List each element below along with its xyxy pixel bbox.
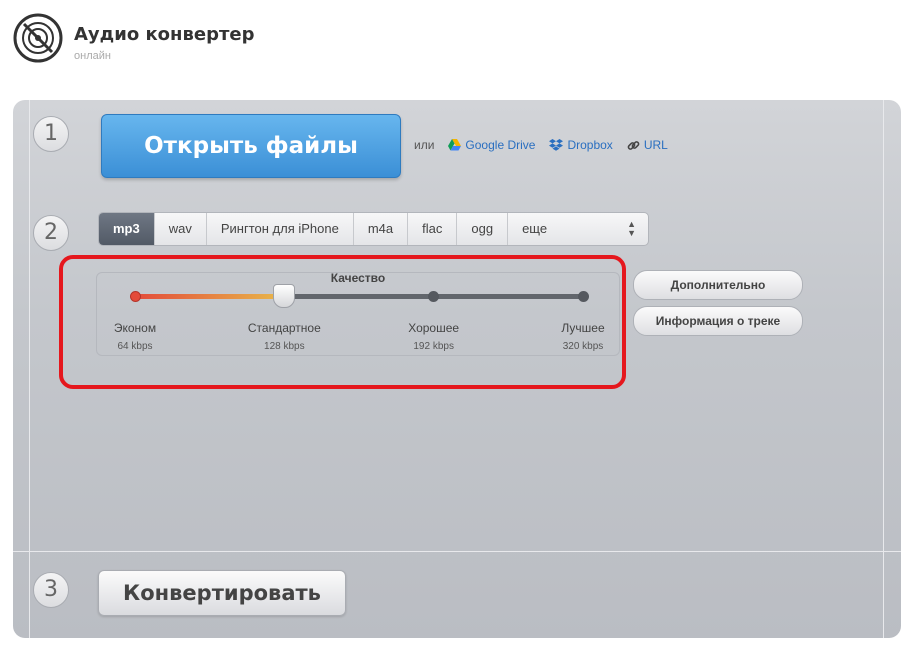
dropbox-icon — [549, 139, 564, 151]
step-number-2: 2 — [33, 215, 69, 251]
format-selector: mp3 wav Рингтон для iPhone m4a flac ogg … — [98, 212, 649, 246]
app-header: Аудио конвертер онлайн — [12, 12, 412, 68]
url-link[interactable]: URL — [627, 138, 668, 152]
link-icon — [627, 140, 640, 150]
more-formats-label: еще — [522, 221, 548, 236]
divider — [13, 551, 901, 552]
divider — [29, 100, 30, 638]
highlight-annotation — [59, 255, 626, 389]
divider — [883, 100, 884, 638]
advanced-settings-button[interactable]: Дополнительно — [633, 270, 803, 300]
updown-chevron-icon: ▲ ▼ — [627, 219, 636, 238]
format-tab-iphone-ringtone[interactable]: Рингтон для iPhone — [207, 213, 354, 245]
dropbox-link[interactable]: Dropbox — [549, 138, 613, 152]
google-drive-link[interactable]: Google Drive — [448, 138, 535, 152]
audio-converter-logo-icon — [13, 13, 63, 63]
step-number-1: 1 — [33, 116, 69, 152]
app-subtitle: онлайн — [74, 50, 111, 62]
app-title: Аудио конвертер — [74, 24, 255, 45]
format-tab-m4a[interactable]: m4a — [354, 213, 409, 245]
format-tab-mp3[interactable]: mp3 — [99, 213, 155, 245]
file-sources: или Google Drive Dropbox URL — [414, 138, 668, 152]
google-drive-label: Google Drive — [465, 138, 536, 152]
dropbox-label: Dropbox — [567, 138, 613, 152]
format-tab-flac[interactable]: flac — [408, 213, 458, 245]
convert-button[interactable]: Конвертировать — [98, 570, 346, 616]
step-number-3: 3 — [33, 572, 69, 608]
converter-panel: 1 Открыть файлы или Google Drive Dropbox — [13, 100, 901, 638]
track-info-button[interactable]: Информация о треке — [633, 306, 803, 336]
or-label: или — [414, 138, 435, 152]
open-files-button[interactable]: Открыть файлы — [101, 114, 401, 178]
format-tab-ogg[interactable]: ogg — [457, 213, 509, 245]
google-drive-icon — [448, 139, 462, 151]
format-tab-wav[interactable]: wav — [155, 213, 207, 245]
url-label: URL — [643, 138, 668, 152]
more-formats-dropdown[interactable]: еще ▲ ▼ — [508, 213, 648, 245]
